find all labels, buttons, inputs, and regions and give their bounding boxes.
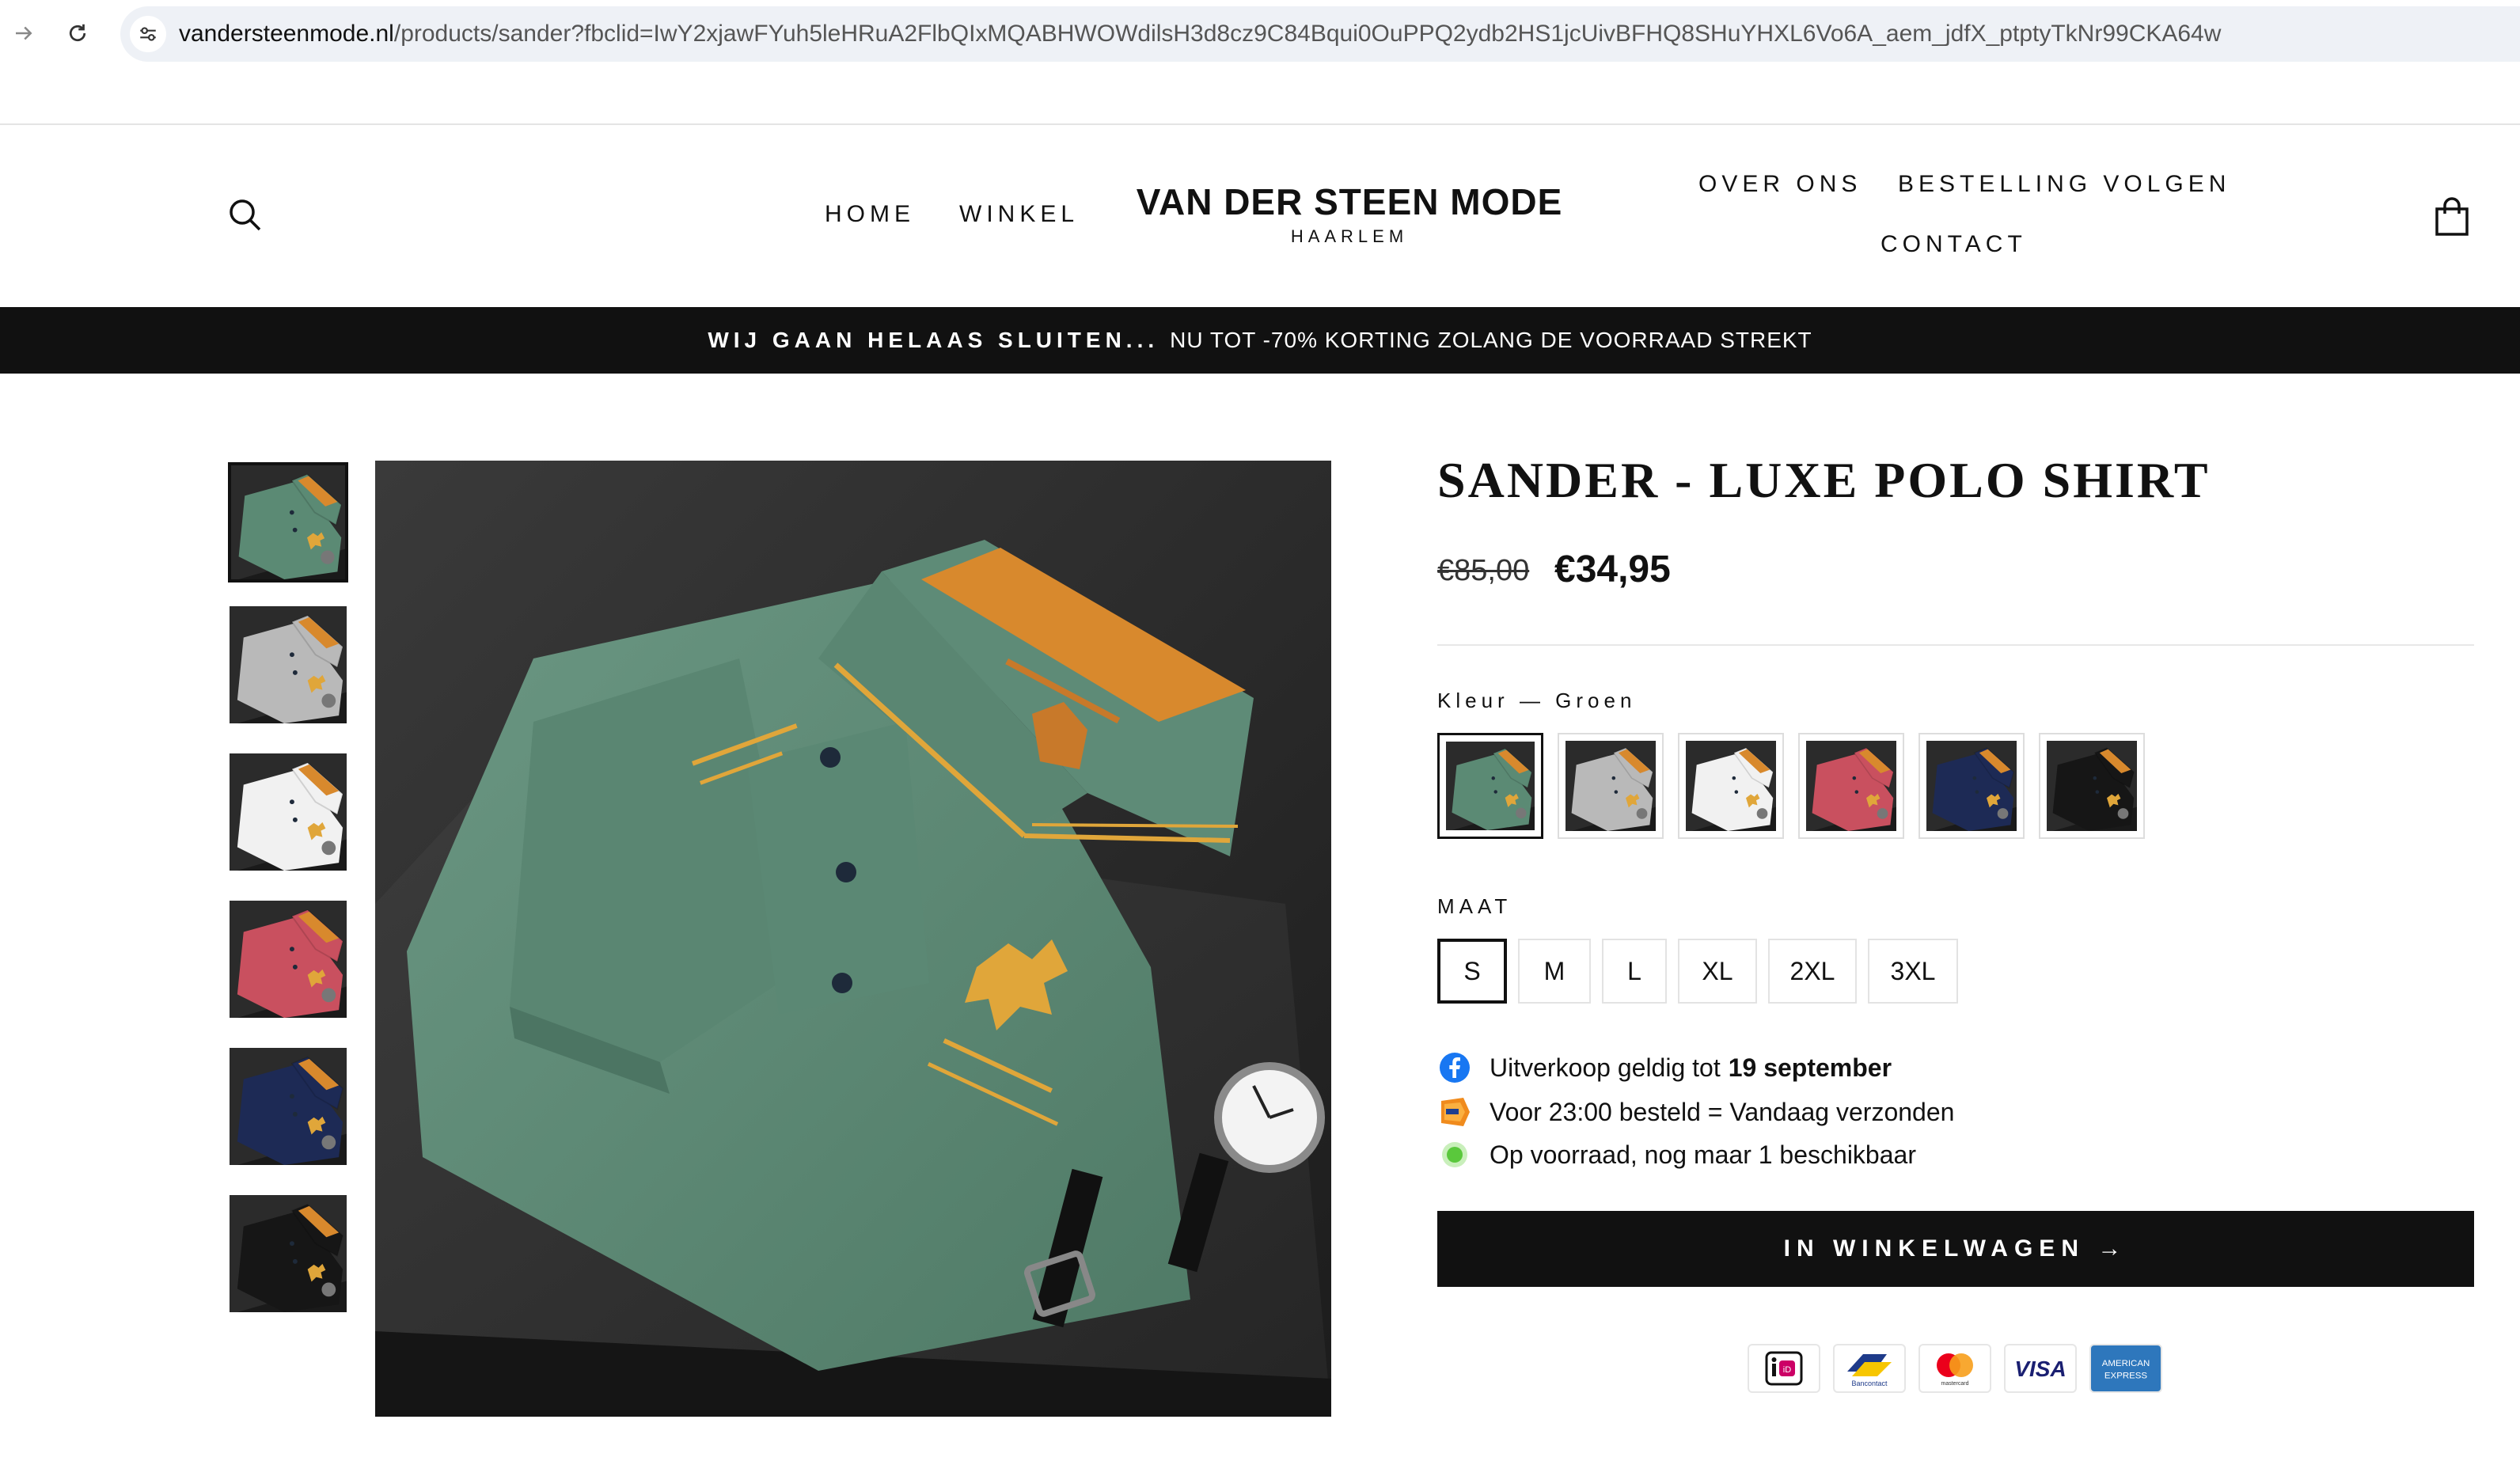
color-swatch-grijs[interactable] xyxy=(1558,733,1664,839)
color-option-label: Kleur — Groen xyxy=(1437,689,1636,713)
color-swatch-wit[interactable] xyxy=(1678,733,1784,839)
site-settings-button[interactable] xyxy=(130,16,166,52)
feature-sale-deadline: Uitverkoop geldig tot 19 september xyxy=(1437,1049,1892,1086)
search-button[interactable] xyxy=(226,196,264,234)
feature-shipping: Voor 23:00 besteld = Vandaag verzonden xyxy=(1437,1094,1954,1130)
main-product-image[interactable] xyxy=(375,461,1331,1417)
feature-stock: Op voorraad, nog maar 1 beschikbaar xyxy=(1437,1137,1916,1173)
svg-text:EXPRESS: EXPRESS xyxy=(2104,1371,2148,1380)
sale-price: €34,95 xyxy=(1554,548,1671,590)
tune-icon xyxy=(140,27,156,41)
stock-dot-icon xyxy=(1437,1137,1472,1172)
add-to-cart-button[interactable]: IN WINKELWAGEN → xyxy=(1437,1211,2474,1287)
address-bar[interactable]: vandersteenmode.nl/products/sander?fbcli… xyxy=(120,6,2520,62)
thumbnail-6[interactable] xyxy=(228,1193,348,1314)
announcement-text: NU TOT -70% KORTING ZOLANG DE VOORRAAD S… xyxy=(1170,328,1812,352)
add-to-cart-label: IN WINKELWAGEN xyxy=(1783,1235,2085,1262)
url-text[interactable]: vandersteenmode.nl/products/sander?fbcli… xyxy=(179,21,2221,47)
size-option-l[interactable]: L xyxy=(1602,939,1667,1004)
reload-icon xyxy=(69,24,86,42)
original-price: €85,00 xyxy=(1437,554,1530,587)
amex-icon: AMERICAN EXPRESS xyxy=(2089,1344,2162,1393)
color-swatch-roze[interactable] xyxy=(1798,733,1904,839)
postnl-icon xyxy=(1437,1095,1472,1129)
forward-arrow-icon xyxy=(16,26,32,40)
svg-text:VISA: VISA xyxy=(2014,1357,2066,1381)
thumbnail-3[interactable] xyxy=(228,752,348,872)
color-separator: — xyxy=(1519,689,1545,712)
nav-winkel[interactable]: WINKEL xyxy=(959,201,1079,228)
feature-text: Op voorraad, nog maar 1 beschikbaar xyxy=(1490,1140,1916,1169)
color-swatch-navy[interactable] xyxy=(1918,733,2025,839)
nav-home[interactable]: HOME xyxy=(825,201,915,228)
thumbnail-2[interactable] xyxy=(228,605,348,725)
nav-contact[interactable]: CONTACT xyxy=(1881,231,2027,258)
thumbnail-5[interactable] xyxy=(228,1046,348,1167)
logo-title: VAN DER STEEN MODE xyxy=(1136,181,1563,222)
color-selected-value: Groen xyxy=(1555,689,1637,712)
polo-shirt-image xyxy=(375,461,1331,1417)
announcement-bar: WIJ GAAN HELAAS SLUITEN... NU TOT -70% K… xyxy=(0,307,2520,374)
arrow-right-icon: → xyxy=(2097,1235,2128,1262)
feature-text: Voor 23:00 besteld = Vandaag verzonden xyxy=(1490,1097,1955,1126)
nav-bestelling-volgen[interactable]: BESTELLING VOLGEN xyxy=(1898,171,2230,198)
size-option-2xl[interactable]: 2XL xyxy=(1768,939,1857,1004)
feature-text: Uitverkoop geldig tot xyxy=(1490,1053,1721,1082)
size-label: MAAT xyxy=(1437,894,1512,918)
visa-icon: VISA xyxy=(2004,1344,2077,1393)
shopping-bag-icon xyxy=(2435,197,2469,236)
size-option-3xl[interactable]: 3XL xyxy=(1868,939,1958,1004)
nav-over-ons[interactable]: OVER ONS xyxy=(1698,171,1862,198)
feature-bold: 19 september xyxy=(1728,1053,1892,1082)
svg-text:AMERICAN: AMERICAN xyxy=(2102,1359,2150,1368)
size-option-s[interactable]: S xyxy=(1437,939,1507,1004)
bancontact-icon: Bancontact xyxy=(1833,1344,1906,1393)
color-swatch-zwart[interactable] xyxy=(2039,733,2145,839)
reload-button[interactable] xyxy=(59,14,97,52)
svg-text:iD: iD xyxy=(1783,1365,1791,1375)
thumbnail-4[interactable] xyxy=(228,899,348,1019)
svg-text:mastercard: mastercard xyxy=(1941,1381,1968,1387)
product-title: SANDER - LUXE POLO SHIRT xyxy=(1437,452,2211,508)
ideal-icon: iD xyxy=(1748,1344,1820,1393)
color-swatch-groen[interactable] xyxy=(1437,733,1543,839)
size-option-xl[interactable]: XL xyxy=(1678,939,1757,1004)
svg-text:Bancontact: Bancontact xyxy=(1851,1379,1888,1387)
facebook-icon xyxy=(1437,1050,1472,1085)
browser-toolbar: vandersteenmode.nl/products/sander?fbcli… xyxy=(0,0,2520,68)
divider xyxy=(1437,644,2474,646)
forward-button[interactable] xyxy=(5,14,43,52)
logo-subtitle: HAARLEM xyxy=(1290,226,1409,246)
url-path: /products/sander?fbclid=IwY2xjawFYuh5leH… xyxy=(393,21,2222,47)
site-logo[interactable]: VAN DER STEEN MODE HAARLEM xyxy=(1092,180,1607,247)
mastercard-icon: mastercard xyxy=(1918,1344,1991,1393)
thumbnail-1[interactable] xyxy=(228,462,348,583)
site-header: HOME WINKEL VAN DER STEEN MODE HAARLEM O… xyxy=(0,125,2520,307)
url-domain: vandersteenmode.nl xyxy=(179,21,394,47)
color-label: Kleur xyxy=(1437,689,1509,712)
search-icon xyxy=(230,199,261,231)
announcement-strong: WIJ GAAN HELAAS SLUITEN... xyxy=(708,328,1159,352)
size-option-m[interactable]: M xyxy=(1518,939,1591,1004)
cart-button[interactable] xyxy=(2433,196,2471,237)
